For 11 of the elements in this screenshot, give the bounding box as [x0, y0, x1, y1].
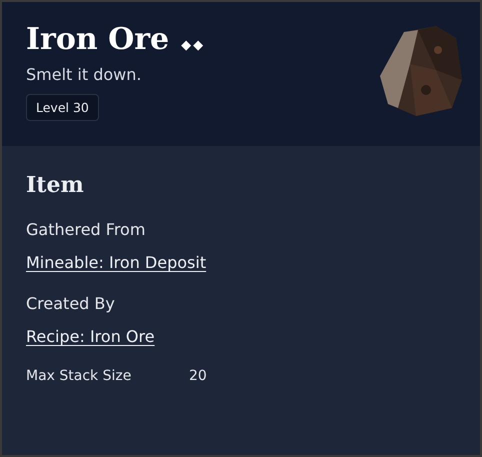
field-label: Created By — [26, 294, 116, 313]
stat-value: 20 — [189, 368, 207, 384]
item-description: Smelt it down. — [26, 65, 142, 84]
stat-label: Max Stack Size — [26, 368, 132, 384]
link[interactable]: Mineable: Iron Deposit — [26, 253, 206, 272]
section-title: Item — [26, 172, 85, 198]
link[interactable]: Recipe: Iron Ore — [26, 327, 155, 346]
field-label: Gathered From — [26, 220, 146, 239]
level-badge: Level 30 — [26, 94, 99, 121]
rarity-diamonds: ◆◆ — [181, 38, 206, 53]
item-title: Iron Ore — [26, 22, 170, 57]
